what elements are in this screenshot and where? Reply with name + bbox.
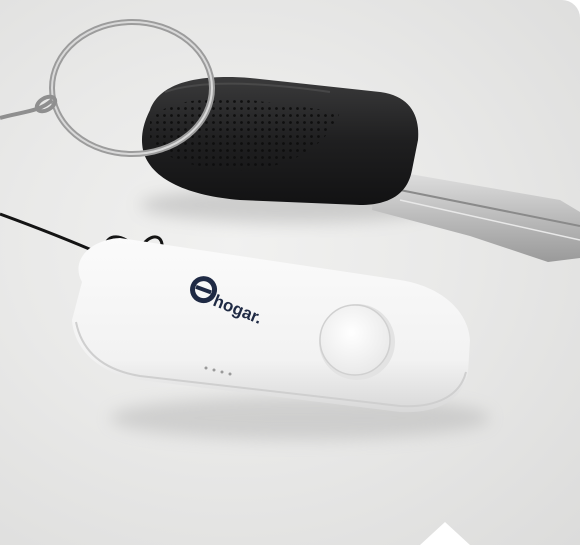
photo-scene: hogar.: [0, 19, 580, 440]
tracker-button: [319, 304, 391, 376]
chain-link: [0, 94, 58, 120]
tracker-tag: [72, 238, 470, 413]
product-photo: hogar.: [0, 0, 580, 545]
